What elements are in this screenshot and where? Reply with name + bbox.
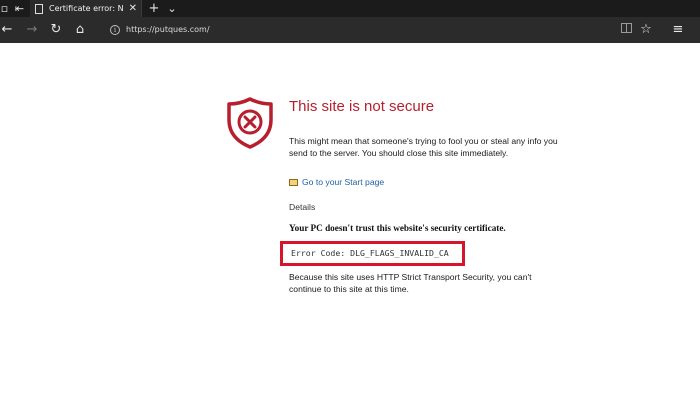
trust-message: Your PC doesn't trust this website's sec…	[289, 223, 506, 233]
start-page-link-text[interactable]: Go to your Start page	[302, 177, 384, 187]
reading-view-icon[interactable]	[619, 17, 633, 43]
tab-certificate-error[interactable]: Certificate error: Naviga ✕	[30, 0, 142, 17]
new-tab-icon[interactable]: +	[146, 0, 162, 17]
details-toggle[interactable]: Details	[289, 202, 569, 212]
hub-icon[interactable]: ≡	[670, 17, 686, 43]
hsts-message: Because this site uses HTTP Strict Trans…	[289, 272, 532, 294]
shield-error-icon	[227, 97, 273, 149]
forward-arrow-icon[interactable]: →	[24, 17, 40, 43]
address-bar[interactable]: i https://putques.com/	[100, 21, 605, 39]
set-aside-tabs-icon[interactable]: ⇤	[11, 0, 28, 17]
page-title: This site is not secure	[289, 98, 435, 115]
page-content: This site is not secure This might mean …	[0, 43, 700, 415]
favorite-star-icon[interactable]: ☆	[638, 17, 654, 43]
tab-bar: ▫ ⇤ Certificate error: Naviga ✕ + ⌄	[0, 0, 700, 17]
info-icon[interactable]: i	[110, 25, 120, 35]
folder-icon	[289, 178, 298, 186]
tab-preview-icon[interactable]: ▫	[0, 0, 9, 17]
url-text[interactable]: https://putques.com/	[126, 21, 210, 39]
book-icon	[620, 23, 632, 33]
close-icon[interactable]: ✕	[129, 0, 137, 17]
home-icon[interactable]: ⌂	[72, 17, 88, 43]
page-icon	[35, 4, 43, 14]
navigation-bar: ← → ↻ ⌂ i https://putques.com/ ☆ ≡	[0, 17, 700, 43]
warning-description: This might mean that someone's trying to…	[289, 136, 558, 158]
start-page-link[interactable]: Go to your Start page	[289, 176, 569, 188]
refresh-icon[interactable]: ↻	[48, 17, 64, 43]
browser-window: ▫ ⇤ Certificate error: Naviga ✕ + ⌄ ← → …	[0, 0, 700, 415]
chevron-down-icon[interactable]: ⌄	[164, 0, 180, 17]
error-code: Error Code: DLG_FLAGS_INVALID_CA	[280, 241, 465, 266]
error-content: This site is not secure This might mean …	[280, 97, 569, 295]
tab-title: Certificate error: Naviga	[49, 4, 123, 13]
back-arrow-icon[interactable]: ←	[0, 17, 14, 43]
